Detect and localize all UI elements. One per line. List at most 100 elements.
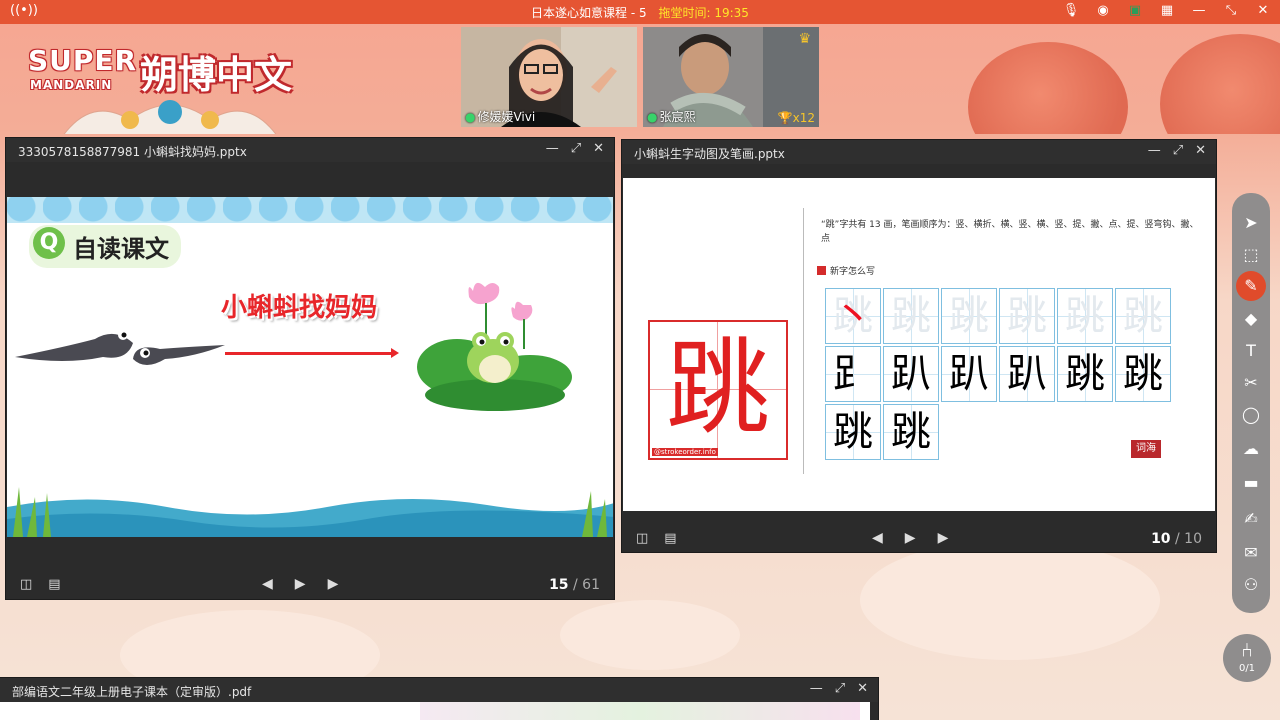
notes-icon[interactable]: ▤ <box>664 531 676 546</box>
section-label: 自读课文 <box>73 235 169 263</box>
banner: SUPER MANDARIN 朔博中文 <box>0 24 1280 134</box>
lantern-decoration <box>1160 34 1280 134</box>
stroke-step: 跳 <box>891 409 931 455</box>
scissors-icon[interactable]: ✂ <box>1232 373 1270 392</box>
stroke-description: “跳”字共有 13 画，笔画顺序为：竖、横折、横、竖、横、竖、提、撇、点、提、竖… <box>821 220 1199 244</box>
slide-canvas[interactable]: “跳”字共有 13 画，笔画顺序为：竖、横折、横、竖、横、竖、提、撇、点、提、竖… <box>623 178 1215 511</box>
screen-icon[interactable]: ▣ <box>1126 3 1144 18</box>
pointer-icon[interactable]: ➤ <box>1232 213 1270 232</box>
toolbox-icon[interactable]: ▬ <box>1232 473 1270 492</box>
restore-icon[interactable]: ⤡ <box>1222 3 1240 18</box>
trophy-count: 🏆x12 <box>777 111 815 125</box>
expand-icon[interactable]: ⤢ <box>571 141 581 156</box>
mic-on-icon: ● <box>647 110 658 124</box>
notes-icon[interactable]: ▤ <box>48 577 60 592</box>
text-icon[interactable]: T <box>1232 341 1270 360</box>
stroke-step: 跳 <box>891 293 931 339</box>
play-icon[interactable]: ▶ <box>905 530 916 546</box>
grid-icon[interactable]: ▦ <box>1158 3 1176 18</box>
seat-icon: ⑃ <box>1241 638 1253 662</box>
mic-on-icon: ● <box>465 110 476 124</box>
thumbnail-icon[interactable]: ◫ <box>636 531 648 546</box>
stroke-step: 跳 <box>1123 293 1163 339</box>
ppt-window-2[interactable]: 小蝌蚪生字动图及笔画.pptx — ⤢ ✕ “跳”字共有 13 画，笔画顺序为：… <box>622 140 1216 552</box>
pdf-window[interactable]: 部编语文二年级上册电子课本（定审版）.pdf — ⤢ ✕ <box>0 678 878 720</box>
minimize-icon[interactable]: — <box>1190 3 1208 18</box>
minimize-icon[interactable]: — <box>810 681 823 696</box>
stroke-step: 跳 <box>1065 351 1105 397</box>
expand-icon[interactable]: ⤢ <box>1173 143 1183 158</box>
prev-slide-icon[interactable]: ◀ <box>872 530 883 546</box>
big-character-box: 跳 @strokeorder.info <box>648 320 788 460</box>
video-tile-student[interactable]: ♛ ● 张宸熙 🏆x12 <box>643 27 819 127</box>
seat-count: 0/1 <box>1238 663 1256 674</box>
stroke-step: 跳 <box>833 409 873 455</box>
edit-icon[interactable]: ✍ <box>1232 509 1270 528</box>
tadpoles-image <box>15 330 225 365</box>
eraser-icon[interactable]: ◆ <box>1232 309 1270 328</box>
waves-decoration <box>7 487 613 537</box>
window-titlebar[interactable]: 部编语文二年级上册电子课本（定审版）.pdf — ⤢ ✕ <box>0 678 878 702</box>
next-slide-icon[interactable]: ▶ <box>938 530 949 546</box>
cloud-icon[interactable]: ☁ <box>1232 439 1270 458</box>
thumbnail-icon[interactable]: ◫ <box>20 577 32 592</box>
prev-slide-icon[interactable]: ◀ <box>262 576 273 592</box>
class-time: 拖堂时间: 19:35 <box>658 6 749 20</box>
stroke-step: 趴 <box>891 351 931 397</box>
video-tile-teacher[interactable]: ● 修媛媛Vivi <box>461 27 637 127</box>
minimize-icon[interactable]: — <box>1148 143 1161 158</box>
page-indicator: 15 / 61 <box>549 577 600 593</box>
next-slide-icon[interactable]: ▶ <box>328 576 339 592</box>
big-character: 跳 <box>665 327 770 449</box>
expand-icon[interactable]: ⤢ <box>835 681 845 696</box>
stroke-step: 趴 <box>949 351 989 397</box>
stroke-step: ⻊ <box>833 351 873 397</box>
window-titlebar[interactable]: 小蝌蚪生字动图及笔画.pptx — ⤢ ✕ <box>622 140 1216 164</box>
lantern-decoration <box>968 42 1128 134</box>
participant-name: 张宸熙 <box>659 110 696 124</box>
slide-title: 小蝌蚪找妈妈 <box>221 293 378 323</box>
camera-icon[interactable]: ◉ <box>1094 3 1112 18</box>
stroke-step: 跳 <box>949 293 989 339</box>
shape-icon[interactable]: ◯ <box>1232 405 1270 424</box>
slide-controls: ◫ ▤ ◀ ▶ ▶ 15 / 61 <box>6 572 614 598</box>
stroke-step: 趴 <box>1007 351 1047 397</box>
minimize-icon[interactable]: — <box>546 141 559 156</box>
watermark: @strokeorder.info <box>652 448 718 456</box>
pen-icon[interactable]: ✎ <box>1236 271 1266 301</box>
bg-cloud <box>560 600 740 670</box>
seat-counter[interactable]: ⑃ 0/1 <box>1223 634 1271 682</box>
close-icon[interactable]: ✕ <box>1195 143 1206 158</box>
stroke-step: 跳 <box>1065 293 1105 339</box>
window-titlebar[interactable]: 3330578158877981 小蝌蚪找妈妈.pptx — ⤢ ✕ <box>6 138 614 162</box>
window-title: 3330578158877981 小蝌蚪找妈妈.pptx <box>18 145 247 159</box>
bg-cloud <box>860 540 1160 660</box>
close-icon[interactable]: ✕ <box>857 681 868 696</box>
trophy-icon: 🏆 <box>777 111 793 125</box>
chat-icon[interactable]: ✉ <box>1232 543 1270 562</box>
tiger-decoration <box>63 100 277 134</box>
stroke-step: 跳 <box>1123 351 1163 397</box>
select-icon[interactable]: ⬚ <box>1232 245 1270 264</box>
close-icon[interactable]: ✕ <box>593 141 604 156</box>
play-icon[interactable]: ▶ <box>295 576 306 592</box>
mic-icon[interactable]: 🎙 <box>1062 3 1080 18</box>
section-subtitle: 新字怎么写 <box>817 264 875 277</box>
cihai-badge: 词海 <box>1131 440 1161 458</box>
ppt-window-1[interactable]: 3330578158877981 小蝌蚪找妈妈.pptx — ⤢ ✕ 自读课文 … <box>6 138 614 599</box>
page-indicator: 10 / 10 <box>1151 531 1202 547</box>
frog-lotus-image <box>417 282 572 411</box>
arrow-line <box>225 348 399 358</box>
users-icon[interactable]: ⚇ <box>1232 575 1270 594</box>
cloud-border <box>7 197 613 223</box>
whiteboard-toolbar: ➤ ⬚ ✎ ◆ T ✂ ◯ ☁ ▬ ✍ ✉ ⚇ <box>1232 193 1270 613</box>
slide-controls: ◫ ▤ ◀ ▶ ▶ 10 / 10 <box>622 526 1216 552</box>
stroke-step: 跳 <box>1007 293 1047 339</box>
close-icon[interactable]: ✕ <box>1254 3 1272 18</box>
slide-canvas[interactable]: 自读课文 Q 小蝌蚪找妈妈 <box>7 197 613 537</box>
logo-text: SUPER <box>28 44 138 77</box>
pdf-page-preview[interactable] <box>0 702 870 720</box>
bullet-icon <box>817 266 826 275</box>
app-titlebar: ((•)) 日本遂心如意课程 - 5 拖堂时间: 19:35 🎙 ◉ ▣ ▦ —… <box>0 0 1280 24</box>
divider-line <box>803 208 804 474</box>
